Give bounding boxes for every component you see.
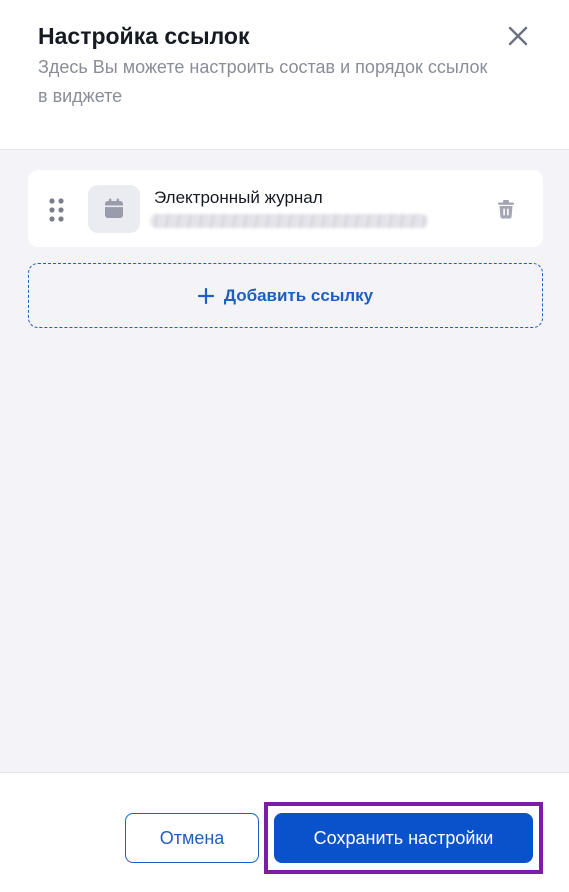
modal-title: Настройка ссылок [38,23,250,49]
modal-subtitle: Здесь Вы можете настроить состав и поряд… [38,57,488,106]
delete-link-button[interactable] [494,197,518,221]
add-link-button[interactable]: Добавить ссылку [28,263,543,328]
close-button[interactable] [500,18,536,54]
links-list-area: Электронный журнал Добавить ссылку [0,150,569,772]
plus-icon [197,287,214,304]
link-name: Электронный журнал [154,188,323,207]
trash-icon [498,200,514,219]
calendar-icon [105,198,123,218]
link-url-blurred [150,214,428,228]
drag-handle[interactable] [48,197,66,223]
modal-header: Настройка ссылок Здесь Вы можете настрои… [0,0,569,150]
add-link-label: Добавить ссылку [223,285,374,305]
drag-handle-icon [49,198,64,222]
close-icon [508,26,528,46]
cancel-button[interactable]: Отмена [125,813,259,863]
link-settings-modal: Настройка ссылок Здесь Вы можете настрои… [0,0,569,892]
save-settings-button[interactable]: Сохранить настройки [274,813,533,863]
link-item[interactable]: Электронный журнал [28,170,543,247]
link-icon-container [88,185,140,233]
modal-footer: Отмена Сохранить настройки [0,772,569,892]
